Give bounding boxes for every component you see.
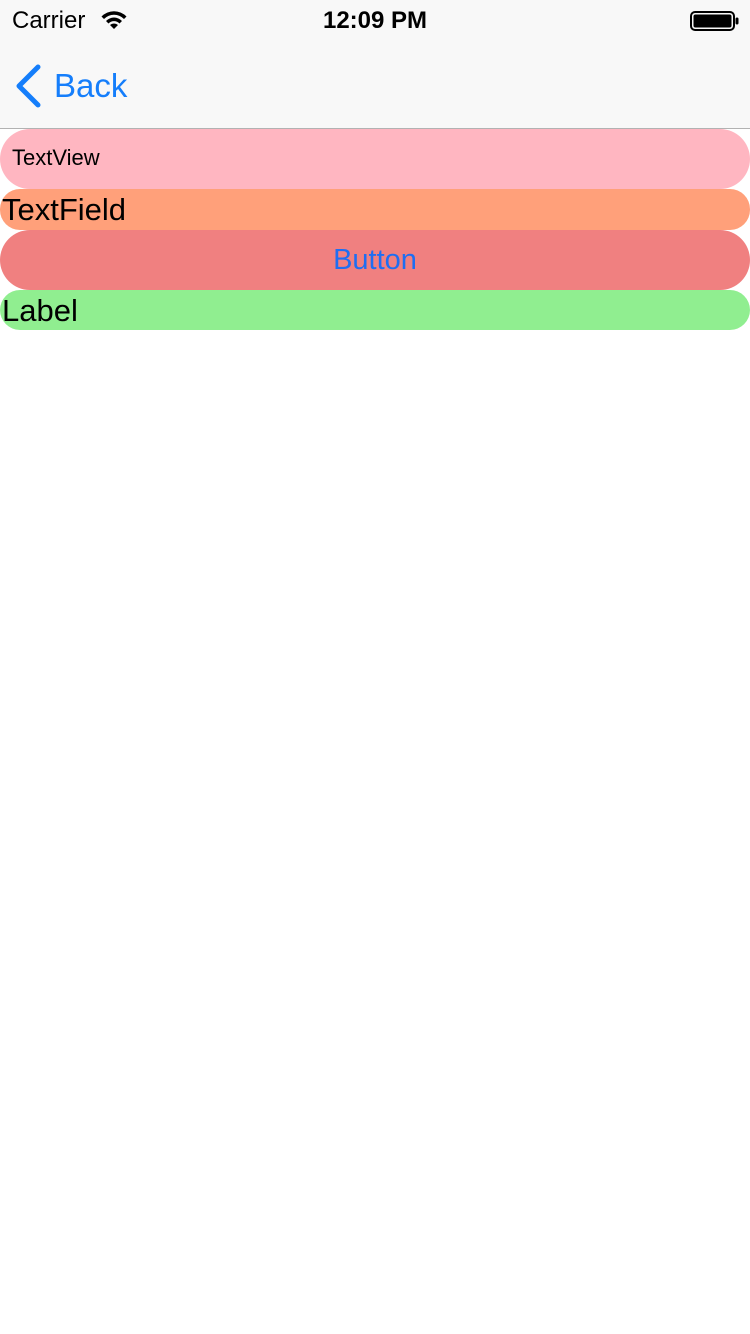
chevron-left-icon (16, 64, 41, 108)
back-label: Back (54, 67, 128, 104)
primary-button[interactable]: Button (0, 230, 750, 290)
status-time: 12:09 PM (322, 7, 428, 34)
battery-icon (690, 11, 739, 31)
navigation-bar: Back (0, 40, 750, 129)
label: Label (0, 290, 750, 330)
text-view[interactable]: TextView (0, 129, 750, 189)
status-bar: Carrier 12:09 PM (0, 0, 750, 40)
text-field[interactable]: TextField (0, 189, 750, 230)
back-button[interactable]: Back (14, 64, 127, 108)
